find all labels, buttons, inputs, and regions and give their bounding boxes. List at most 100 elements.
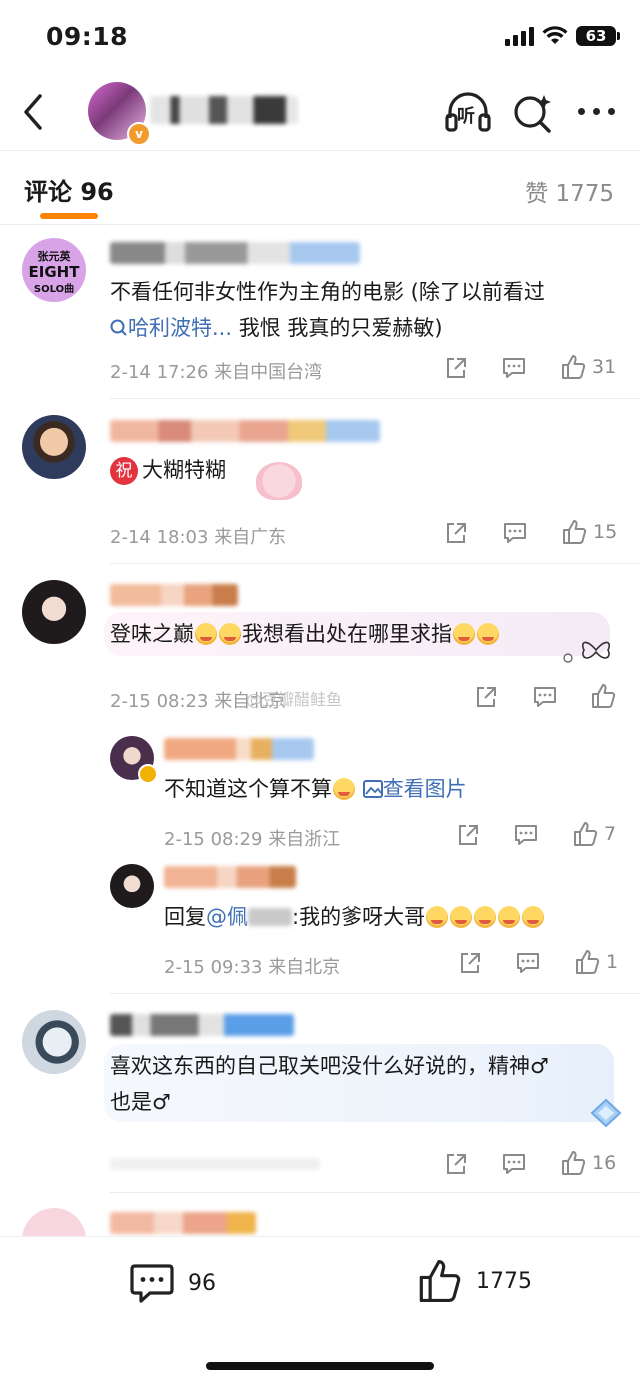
mention-blurred (248, 908, 292, 926)
search-button[interactable] (512, 92, 554, 134)
comment-icon[interactable] (513, 823, 539, 847)
comment-icon[interactable] (502, 521, 528, 545)
crying-emoji-icon (219, 623, 241, 645)
share-icon[interactable] (444, 1152, 468, 1176)
more-options-button[interactable] (578, 108, 615, 115)
home-indicator[interactable] (206, 1362, 434, 1370)
comment-text: 喜欢这东西的自己取关吧没什么好说的，精神♂ (110, 1054, 549, 1078)
reply-text-row: 回复@佩 :我的爹呀大哥 (164, 899, 545, 935)
listen-button[interactable]: 听 (444, 92, 492, 132)
like-button[interactable]: 31 (560, 354, 616, 380)
comment-text-tail: 我想看出处在哪里求指 (242, 622, 452, 646)
avatar-text-line: 张元英 (37, 250, 71, 263)
reply-meta: 2-15 09:33 来自北京 (164, 953, 340, 979)
bottom-like-button[interactable]: 1775 (416, 1258, 532, 1304)
crying-emoji-icon (450, 906, 473, 928)
pleading-emoji-icon (453, 623, 475, 645)
like-button[interactable]: 7 (572, 821, 616, 847)
comment-time: 2-15 08:23 (110, 691, 209, 712)
reply-location: 来自北京 (268, 957, 341, 978)
like-button[interactable]: 1 (574, 949, 618, 975)
thumbs-up-icon (576, 950, 600, 974)
comment-username-blurred[interactable] (110, 584, 238, 606)
comment-divider (110, 1192, 640, 1193)
pig-sticker-icon (256, 462, 302, 500)
comment-username-blurred[interactable] (110, 242, 360, 264)
header-divider (0, 150, 640, 151)
reply-text: 不知道这个算不算 (164, 777, 332, 801)
comment-icon[interactable] (501, 1152, 527, 1176)
like-button[interactable] (590, 683, 616, 709)
like-count: 15 (593, 521, 618, 543)
meta-blurred (110, 1158, 320, 1170)
comment-icon[interactable] (532, 685, 558, 709)
comment-avatar[interactable] (22, 580, 86, 644)
like-count: 1 (606, 951, 619, 973)
crying-emoji-icon (195, 623, 217, 645)
view-image-link[interactable]: 查看图片 (362, 777, 467, 801)
reply-text: :我的爹呀大哥 (292, 905, 426, 929)
view-image-label: 查看图片 (382, 777, 467, 801)
verified-badge-icon: v (127, 122, 151, 146)
thumbs-up-icon (574, 822, 598, 846)
wifi-icon (542, 26, 568, 44)
reply-time: 2-15 08:29 (164, 829, 263, 850)
share-icon[interactable] (444, 356, 468, 380)
share-icon[interactable] (456, 823, 480, 847)
comment-divider (110, 398, 640, 399)
search-topic-link[interactable]: 哈利波特... (110, 316, 232, 340)
comment-text-line2: 也是♂ (110, 1090, 171, 1114)
share-icon[interactable] (458, 951, 482, 975)
like-count: 7 (604, 823, 617, 845)
back-button[interactable] (18, 92, 48, 132)
comment-username-blurred[interactable] (110, 420, 380, 442)
tab-likes[interactable]: 赞 1775 (525, 174, 614, 208)
butterfly-decoration-icon (563, 641, 611, 663)
comment-divider (110, 993, 640, 994)
crying-emoji-icon (333, 778, 355, 800)
like-button[interactable]: 16 (560, 1150, 616, 1176)
crying-emoji-icon (474, 906, 497, 928)
comment-text: 不看任何非女性作为主角的电影 (除了以前看过 (110, 280, 545, 304)
bottom-likes-count: 1775 (476, 1268, 532, 1294)
listen-label: 听 (457, 106, 475, 127)
thumbs-up-icon (562, 1151, 586, 1175)
comment-text: 登味之巅 (110, 622, 194, 646)
verified-badge-icon (138, 764, 158, 784)
comment-time: 2-14 18:03 (110, 527, 209, 548)
share-icon[interactable] (444, 521, 468, 545)
comment-icon[interactable] (501, 356, 527, 380)
reply-username-blurred[interactable] (164, 738, 314, 760)
reply-avatar[interactable] (110, 864, 154, 908)
comment-text: 大糊特糊 (142, 458, 226, 482)
comment-time: 2-14 17:26 (110, 362, 209, 383)
reply-username-blurred[interactable] (164, 866, 296, 888)
comment-avatar[interactable]: 张元英 EIGHT SOLO曲 (22, 238, 86, 302)
comment-meta: 2-14 17:26 来自中国台湾 (110, 358, 322, 384)
share-icon[interactable] (474, 685, 498, 709)
celebrate-badge-icon: 祝 (110, 457, 138, 485)
tab-comments[interactable]: 评论 96 (24, 172, 114, 207)
watermark: @豆瓣醋鲑鱼 (246, 690, 343, 709)
like-button[interactable]: 15 (561, 519, 617, 545)
comment-username-blurred[interactable] (110, 1212, 256, 1234)
comment-username-blurred[interactable] (110, 1014, 294, 1036)
comment-avatar[interactable] (22, 1010, 86, 1074)
reply-prefix: 回复 (164, 905, 206, 929)
reply-location: 来自浙江 (268, 829, 341, 850)
reply-text-row: 不知道这个算不算 查看图片 (164, 771, 467, 807)
comment-avatar[interactable] (22, 415, 86, 479)
comment-meta: 2-14 18:03 来自广东 (110, 523, 286, 549)
search-icon (110, 319, 127, 336)
pleading-emoji-icon (477, 623, 499, 645)
comment-icon (130, 1264, 174, 1303)
mention-link[interactable]: @佩 (206, 905, 248, 929)
status-icons: 63 (505, 26, 620, 46)
signal-icon (505, 26, 534, 46)
bottom-comments-button[interactable]: 96 (130, 1262, 216, 1304)
crying-emoji-icon (522, 906, 545, 928)
comment-location: 来自中国台湾 (214, 362, 323, 383)
reply-time: 2-15 09:33 (164, 957, 263, 978)
diamond-decoration-icon (590, 1098, 622, 1128)
comment-icon[interactable] (515, 951, 541, 975)
